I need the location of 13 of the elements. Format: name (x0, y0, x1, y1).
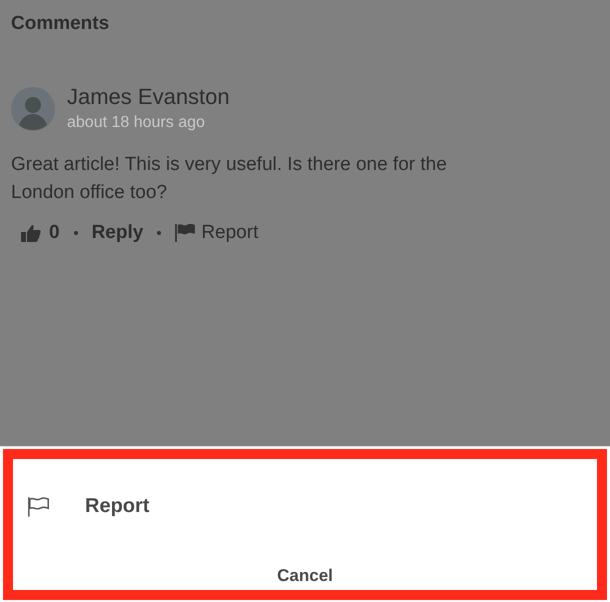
flag-icon (27, 496, 51, 516)
author-name: James Evanston (67, 82, 230, 110)
report-action[interactable]: Report (27, 491, 150, 521)
like-button[interactable]: 0 (21, 218, 60, 247)
thumbs-up-icon (21, 224, 41, 242)
avatar (11, 86, 55, 130)
comment-time: about 18 hours ago (67, 112, 205, 132)
comment-text: Great article! This is very useful. Is there one for the London office too? (11, 152, 448, 204)
report-link[interactable]: Report (175, 218, 258, 247)
reply-link[interactable]: Reply (92, 218, 144, 247)
flag-icon (175, 224, 196, 242)
cancel-button[interactable]: Cancel (277, 562, 333, 588)
section-title: Comments (11, 12, 110, 36)
